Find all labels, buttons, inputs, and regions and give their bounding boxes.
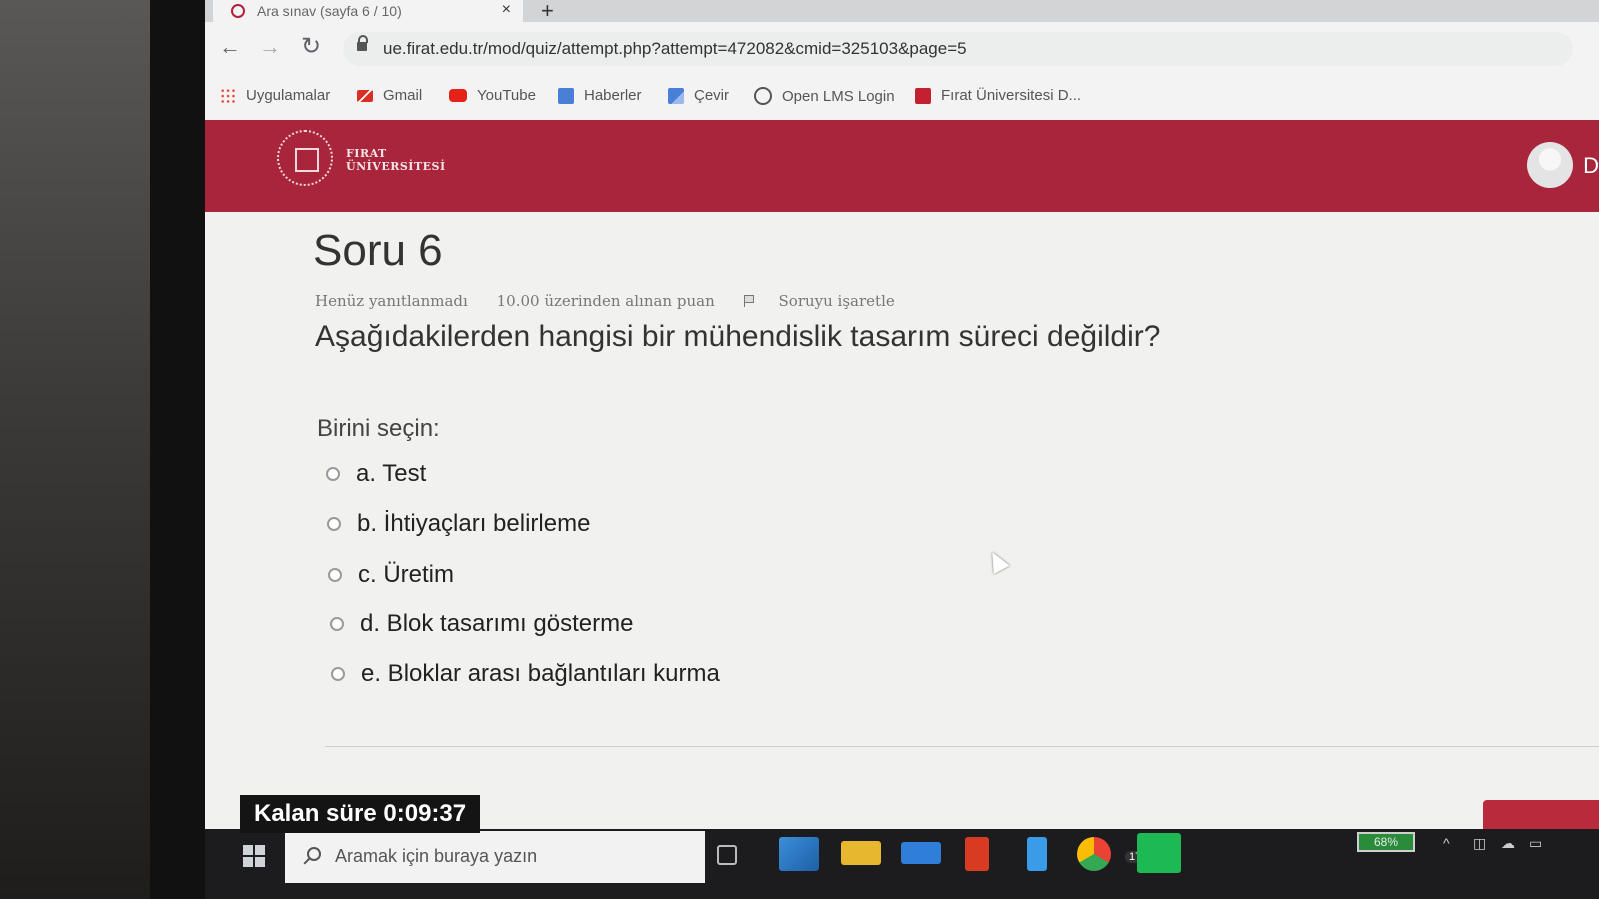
firat-icon [915,87,931,104]
tab-title: Ara sınav (sayfa 6 / 10) [257,3,402,19]
flag-icon [743,295,755,307]
bookmark-gmail[interactable]: Gmail [357,87,422,104]
answer-label: d. Blok tasarımı gösterme [360,610,634,637]
screen: Ara sınav (sayfa 6 / 10) × + ← → ↻ ue.fi… [205,0,1599,899]
youtube-icon [449,89,467,102]
bookmark-label: Gmail [383,87,423,104]
mail-icon[interactable] [901,842,941,864]
answer-option-e[interactable]: e. Bloklar arası bağlantıları kurma [331,660,720,688]
bookmark-youtube[interactable]: YouTube [449,87,536,104]
divider [325,746,1599,747]
bookmark-apps[interactable]: Uygulamalar [220,87,330,104]
radio-button[interactable] [328,568,342,582]
radio-button[interactable] [327,517,341,531]
forward-arrow-icon[interactable]: → [259,34,281,60]
app-icon[interactable] [1027,837,1047,871]
moodle-favicon-icon [231,4,245,18]
bookmark-haberler[interactable]: Haberler [558,87,642,104]
bookmark-label: Haberler [584,87,642,104]
network-icon[interactable]: ◫ [1473,835,1486,852]
onedrive-icon[interactable]: ☁ [1501,835,1515,852]
user-name-initial[interactable]: D [1583,153,1599,179]
bookmarks-bar: Uygulamalar Gmail YouTube Haberler Çevir… [205,74,1599,120]
answer-option-c[interactable]: c. Üretim [328,561,454,589]
translate-icon [668,87,684,104]
file-explorer-icon[interactable] [841,841,881,865]
search-placeholder: Aramak için buraya yazın [335,846,538,866]
site-header: FIRAT ÜNİVERSİTESİ D [205,120,1599,212]
globe-icon [754,87,772,105]
gmail-icon [357,89,373,102]
bookmark-open-lms[interactable]: Open LMS Login [754,87,895,105]
flag-question-link[interactable]: Soruyu işaretle [743,292,919,310]
bookmark-label: Fırat Üniversitesi D... [941,87,1082,104]
logo-line-1: FIRAT [346,147,387,160]
browser-toolbar: ← → ↻ ue.firat.edu.tr/mod/quiz/attempt.p… [205,22,1599,74]
answer-option-d[interactable]: d. Blok tasarımı gösterme [330,610,633,638]
user-avatar[interactable] [1527,142,1573,188]
windows-taskbar: Aramak için buraya yazın 17 68% ^ ◫ ☁ ▭ [205,829,1599,899]
logo-line-2: ÜNİVERSİTESİ [346,160,446,173]
reload-icon[interactable]: ↻ [301,32,321,61]
bookmark-label: Open LMS Login [782,87,895,105]
taskbar-search-input[interactable]: Aramak için buraya yazın [285,831,705,883]
windows-start-icon[interactable] [243,845,265,867]
answer-prompt: Birini seçin: [317,415,440,442]
bookmark-firat[interactable]: Fırat Üniversitesi D... [915,87,1081,104]
mouse-pointer-icon [984,547,1010,575]
question-status: Henüz yanıtlanmadı [315,292,468,310]
quiz-timer: Kalan süre 0:09:37 [240,795,481,833]
battery-indicator[interactable]: 68% [1357,832,1415,852]
answer-label: a. Test [356,460,427,487]
battery-icon[interactable]: ▭ [1529,835,1542,852]
answer-label: c. Üretim [358,561,454,588]
university-seal-icon[interactable] [277,130,333,186]
question-title: Soru 6 [313,226,443,275]
close-icon[interactable]: × [502,1,511,19]
task-view-icon[interactable] [717,845,737,865]
answer-label: b. İhtiyaçları belirleme [357,510,591,537]
monitor-bezel [150,0,208,899]
next-page-button[interactable] [1483,800,1599,830]
apps-grid-icon [220,87,236,104]
question-text: Aşağıdakilerden hangisi bir mühendislik … [315,320,1161,353]
bookmark-label: YouTube [477,87,536,104]
url-text[interactable]: ue.firat.edu.tr/mod/quiz/attempt.php?att… [383,39,967,59]
address-bar[interactable]: ue.firat.edu.tr/mod/quiz/attempt.php?att… [343,32,1573,66]
office-icon[interactable] [965,837,989,871]
new-tab-button[interactable]: + [541,0,554,24]
active-tab[interactable]: Ara sınav (sayfa 6 / 10) × [213,0,523,22]
question-info: Henüz yanıtlanmadı 10.00 üzerinden alına… [315,292,943,310]
answer-label: e. Bloklar arası bağlantıları kurma [361,660,720,687]
chrome-icon[interactable] [1077,837,1111,871]
lock-icon [357,35,368,53]
bookmark-label: Uygulamalar [246,87,331,104]
answer-option-b[interactable]: b. İhtiyaçları belirleme [327,510,590,538]
bookmark-label: Çevir [694,87,730,104]
radio-button[interactable] [331,667,345,681]
university-logo-text[interactable]: FIRAT ÜNİVERSİTESİ [346,147,446,173]
chevron-up-icon[interactable]: ^ [1443,835,1450,851]
search-icon [307,847,321,861]
answer-option-a[interactable]: a. Test [326,460,426,488]
edge-browser-icon[interactable] [779,837,819,871]
flag-label: Soruyu işaretle [778,292,895,310]
tab-strip: Ara sınav (sayfa 6 / 10) × + [205,0,1599,24]
back-arrow-icon[interactable]: ← [219,34,241,60]
radio-button[interactable] [326,467,340,481]
bookmark-cevir[interactable]: Çevir [668,87,729,104]
news-icon [558,87,574,104]
background-desk [0,0,160,899]
question-points: 10.00 üzerinden alınan puan [496,292,715,310]
spotify-icon[interactable] [1137,833,1181,873]
radio-button[interactable] [330,617,344,631]
